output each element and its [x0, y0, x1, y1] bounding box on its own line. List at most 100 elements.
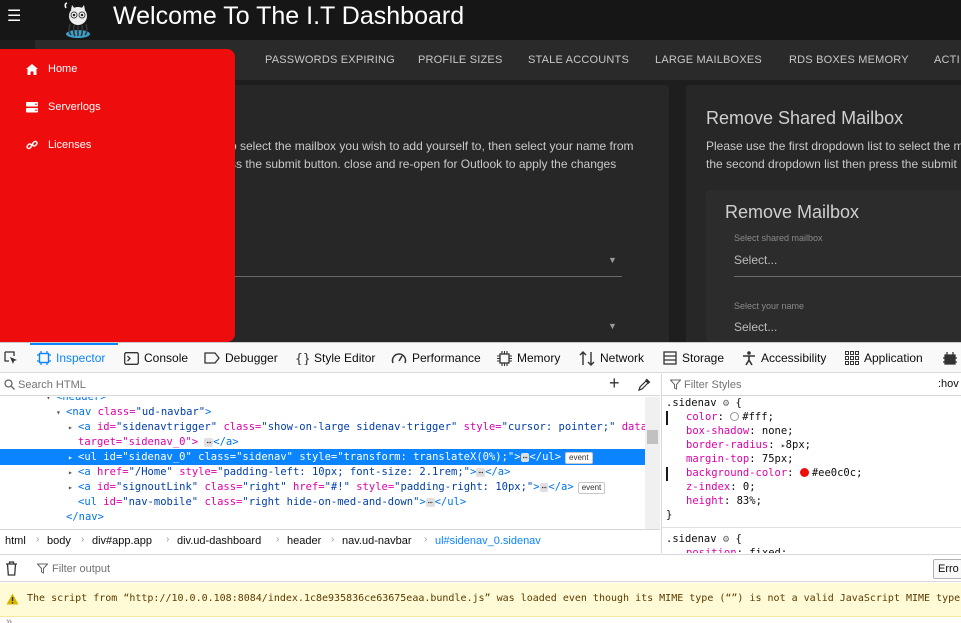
console-prompt-icon[interactable]: »: [6, 616, 12, 623]
tree-scrollbar[interactable]: [645, 397, 660, 529]
css-rules-pane: :hov .sidenav ⚙ { color: #fff; box-shadow:…: [661, 374, 961, 553]
web-page: ☰ Welcome To The I.T Dashboard PASSWORDS…: [0, 0, 961, 342]
breadcrumb-item[interactable]: nav.ud-navbar: [342, 535, 412, 547]
html-tree-node[interactable]: target="sidenav_0"> ⋯ </a>: [0, 434, 660, 450]
sidenav: Home Serverlogs Licenses: [0, 49, 235, 342]
event-badge[interactable]: event: [565, 452, 593, 464]
your-name-label: Select your name: [734, 301, 805, 311]
tree-scrollbar-thumb[interactable]: [647, 430, 658, 444]
sidenav-item-serverlogs[interactable]: Serverlogs: [26, 98, 101, 116]
html-search-row: +: [0, 373, 660, 396]
event-badge[interactable]: event: [577, 482, 606, 494]
breadcrumb-item[interactable]: ul#sidenav_0.sidenav: [435, 535, 541, 547]
html-tree-node[interactable]: ▸ <a href="/Home" style="padding-left: 10…: [0, 464, 660, 480]
breadcrumb-item[interactable]: header: [287, 535, 321, 547]
breadcrumb-item[interactable]: body: [47, 535, 71, 547]
html-tree-node[interactable]: <ul id="nav-mobile" class="right hide-on…: [0, 494, 660, 510]
tab-acti[interactable]: ACTI: [934, 40, 960, 80]
element-picker-button[interactable]: [4, 343, 23, 373]
filter-icon: [670, 379, 681, 390]
braces-icon: {}: [295, 352, 309, 365]
html-tree-node[interactable]: </nav>: [0, 509, 660, 525]
tab-inspector[interactable]: Inspector: [37, 343, 105, 373]
css-declaration[interactable]: z-index: 0;: [686, 481, 756, 493]
trash-icon[interactable]: [5, 561, 18, 576]
storage-icon: [663, 351, 677, 365]
shared-mailbox-select[interactable]: Select...: [734, 253, 777, 267]
changed-declaration-marker: [666, 467, 668, 481]
more-tools-icon[interactable]: [943, 343, 961, 373]
css-declaration[interactable]: box-shadow: none;: [686, 425, 794, 437]
css-declaration[interactable]: margin-top: 75px;: [686, 453, 794, 465]
card-instructions-line2: the second dropdown list then press the …: [706, 157, 957, 171]
html-tree-node[interactable]: ▸ <ul id="sidenav_0" class="sidenav" styl…: [0, 449, 660, 465]
sidenav-item-licenses[interactable]: Licenses: [26, 136, 91, 154]
breadcrumb-separator-icon: ›: [424, 534, 428, 545]
breadcrumb-item[interactable]: div#app.app: [92, 535, 152, 547]
tab-passwords-expiring[interactable]: PASSWORDS EXPIRING: [265, 40, 395, 80]
breadcrumb-separator-icon: ›: [36, 534, 40, 545]
filter-styles-input[interactable]: [684, 377, 914, 393]
devtools-toolbar: Inspector Console Debugger {} Style Edit…: [0, 343, 961, 373]
dropdown-caret-icon[interactable]: ▼: [608, 255, 617, 265]
memory-chip-icon: [497, 350, 512, 366]
html-tree-node[interactable]: ▸ <a id="sidenavtrigger" class="show-on-l…: [0, 419, 660, 435]
tab-console[interactable]: Console: [124, 343, 188, 373]
link-icon: [26, 140, 38, 150]
rule-separator: [662, 527, 961, 528]
css-selector[interactable]: .sidenav ⚙ {: [666, 397, 742, 409]
html-tree-node[interactable]: ▾ <nav class="ud-navbar">: [0, 404, 660, 420]
card-instructions-line1: Please use the first dropdown list to se…: [706, 139, 961, 153]
tab-memory[interactable]: Memory: [497, 343, 560, 373]
card-title: Remove Shared Mailbox: [706, 108, 904, 128]
element-picker-icon: [4, 351, 17, 364]
html-tree: ▾ <header> ▾ <nav class="ud-navbar"> ▸ <a id=…: [0, 397, 660, 529]
gauge-icon: [391, 353, 407, 364]
remove-mailbox-panel: Remove Mailbox Select shared mailbox Sel…: [706, 190, 961, 342]
your-name-select[interactable]: Select...: [734, 320, 777, 334]
tab-storage[interactable]: Storage: [663, 343, 724, 373]
dropdown-caret-icon[interactable]: ▼: [608, 321, 617, 331]
page-title: Welcome To The I.T Dashboard: [113, 2, 465, 30]
accessibility-icon: [743, 350, 755, 365]
sidenav-item-label: Licenses: [48, 139, 92, 151]
tab-application[interactable]: Application: [845, 343, 923, 373]
tab-rds-boxes-memory[interactable]: RDS BOXES MEMORY: [789, 40, 909, 80]
css-rule-end[interactable]: }: [666, 509, 672, 521]
tab-network[interactable]: Network: [579, 343, 644, 373]
html-tree-node[interactable]: ▸ <a id="signoutLink" class="right" href=…: [0, 479, 660, 495]
tab-style-editor[interactable]: {} Style Editor: [295, 343, 375, 373]
tab-large-mailboxes[interactable]: LARGE MAILBOXES: [655, 40, 762, 80]
tab-debugger[interactable]: Debugger: [204, 343, 278, 373]
css-declaration[interactable]: height: 83%;: [686, 495, 762, 507]
errors-filter-button[interactable]: Erro: [933, 559, 961, 579]
breadcrumb-separator-icon: ›: [331, 534, 335, 545]
css-declaration[interactable]: background-color: #ee0c0c;: [686, 467, 862, 479]
breadcrumb-item[interactable]: html: [5, 535, 26, 547]
tab-stale-accounts[interactable]: STALE ACCOUNTS: [528, 40, 629, 80]
breadcrumb-separator-icon: ›: [276, 534, 280, 545]
network-arrows-icon: [579, 350, 595, 366]
css-declaration[interactable]: color: #fff;: [686, 411, 774, 423]
css-declaration[interactable]: position: fixed;: [686, 547, 787, 553]
hamburger-menu-icon[interactable]: ☰: [7, 9, 21, 25]
css-declaration[interactable]: border-radius: ▸8px;: [686, 439, 811, 451]
filter-icon: [37, 563, 48, 574]
shared-mailbox-label: Select shared mailbox: [734, 233, 823, 243]
tab-performance[interactable]: Performance: [391, 343, 481, 373]
eyedropper-icon[interactable]: [638, 378, 651, 391]
breadcrumb-separator-icon: ›: [81, 534, 85, 545]
search-html-input[interactable]: [18, 377, 578, 393]
hover-pseudo-toggle[interactable]: :hov: [938, 378, 959, 390]
sidenav-item-home[interactable]: Home: [26, 60, 77, 78]
application-grid-icon: [845, 351, 859, 365]
warning-icon: [6, 593, 19, 605]
breadcrumb-item[interactable]: div.ud-dashboard: [177, 535, 261, 547]
add-node-icon[interactable]: +: [609, 373, 620, 394]
tab-accessibility[interactable]: Accessibility: [742, 343, 826, 373]
remove-shared-mailbox-card: Remove Shared Mailbox Please use the fir…: [686, 85, 961, 342]
tab-profile-sizes[interactable]: PROFILE SIZES: [418, 40, 503, 80]
filter-styles-row: :hov: [662, 374, 961, 396]
filter-output-input[interactable]: [52, 561, 452, 577]
css-selector[interactable]: .sidenav ⚙ {: [666, 533, 742, 545]
